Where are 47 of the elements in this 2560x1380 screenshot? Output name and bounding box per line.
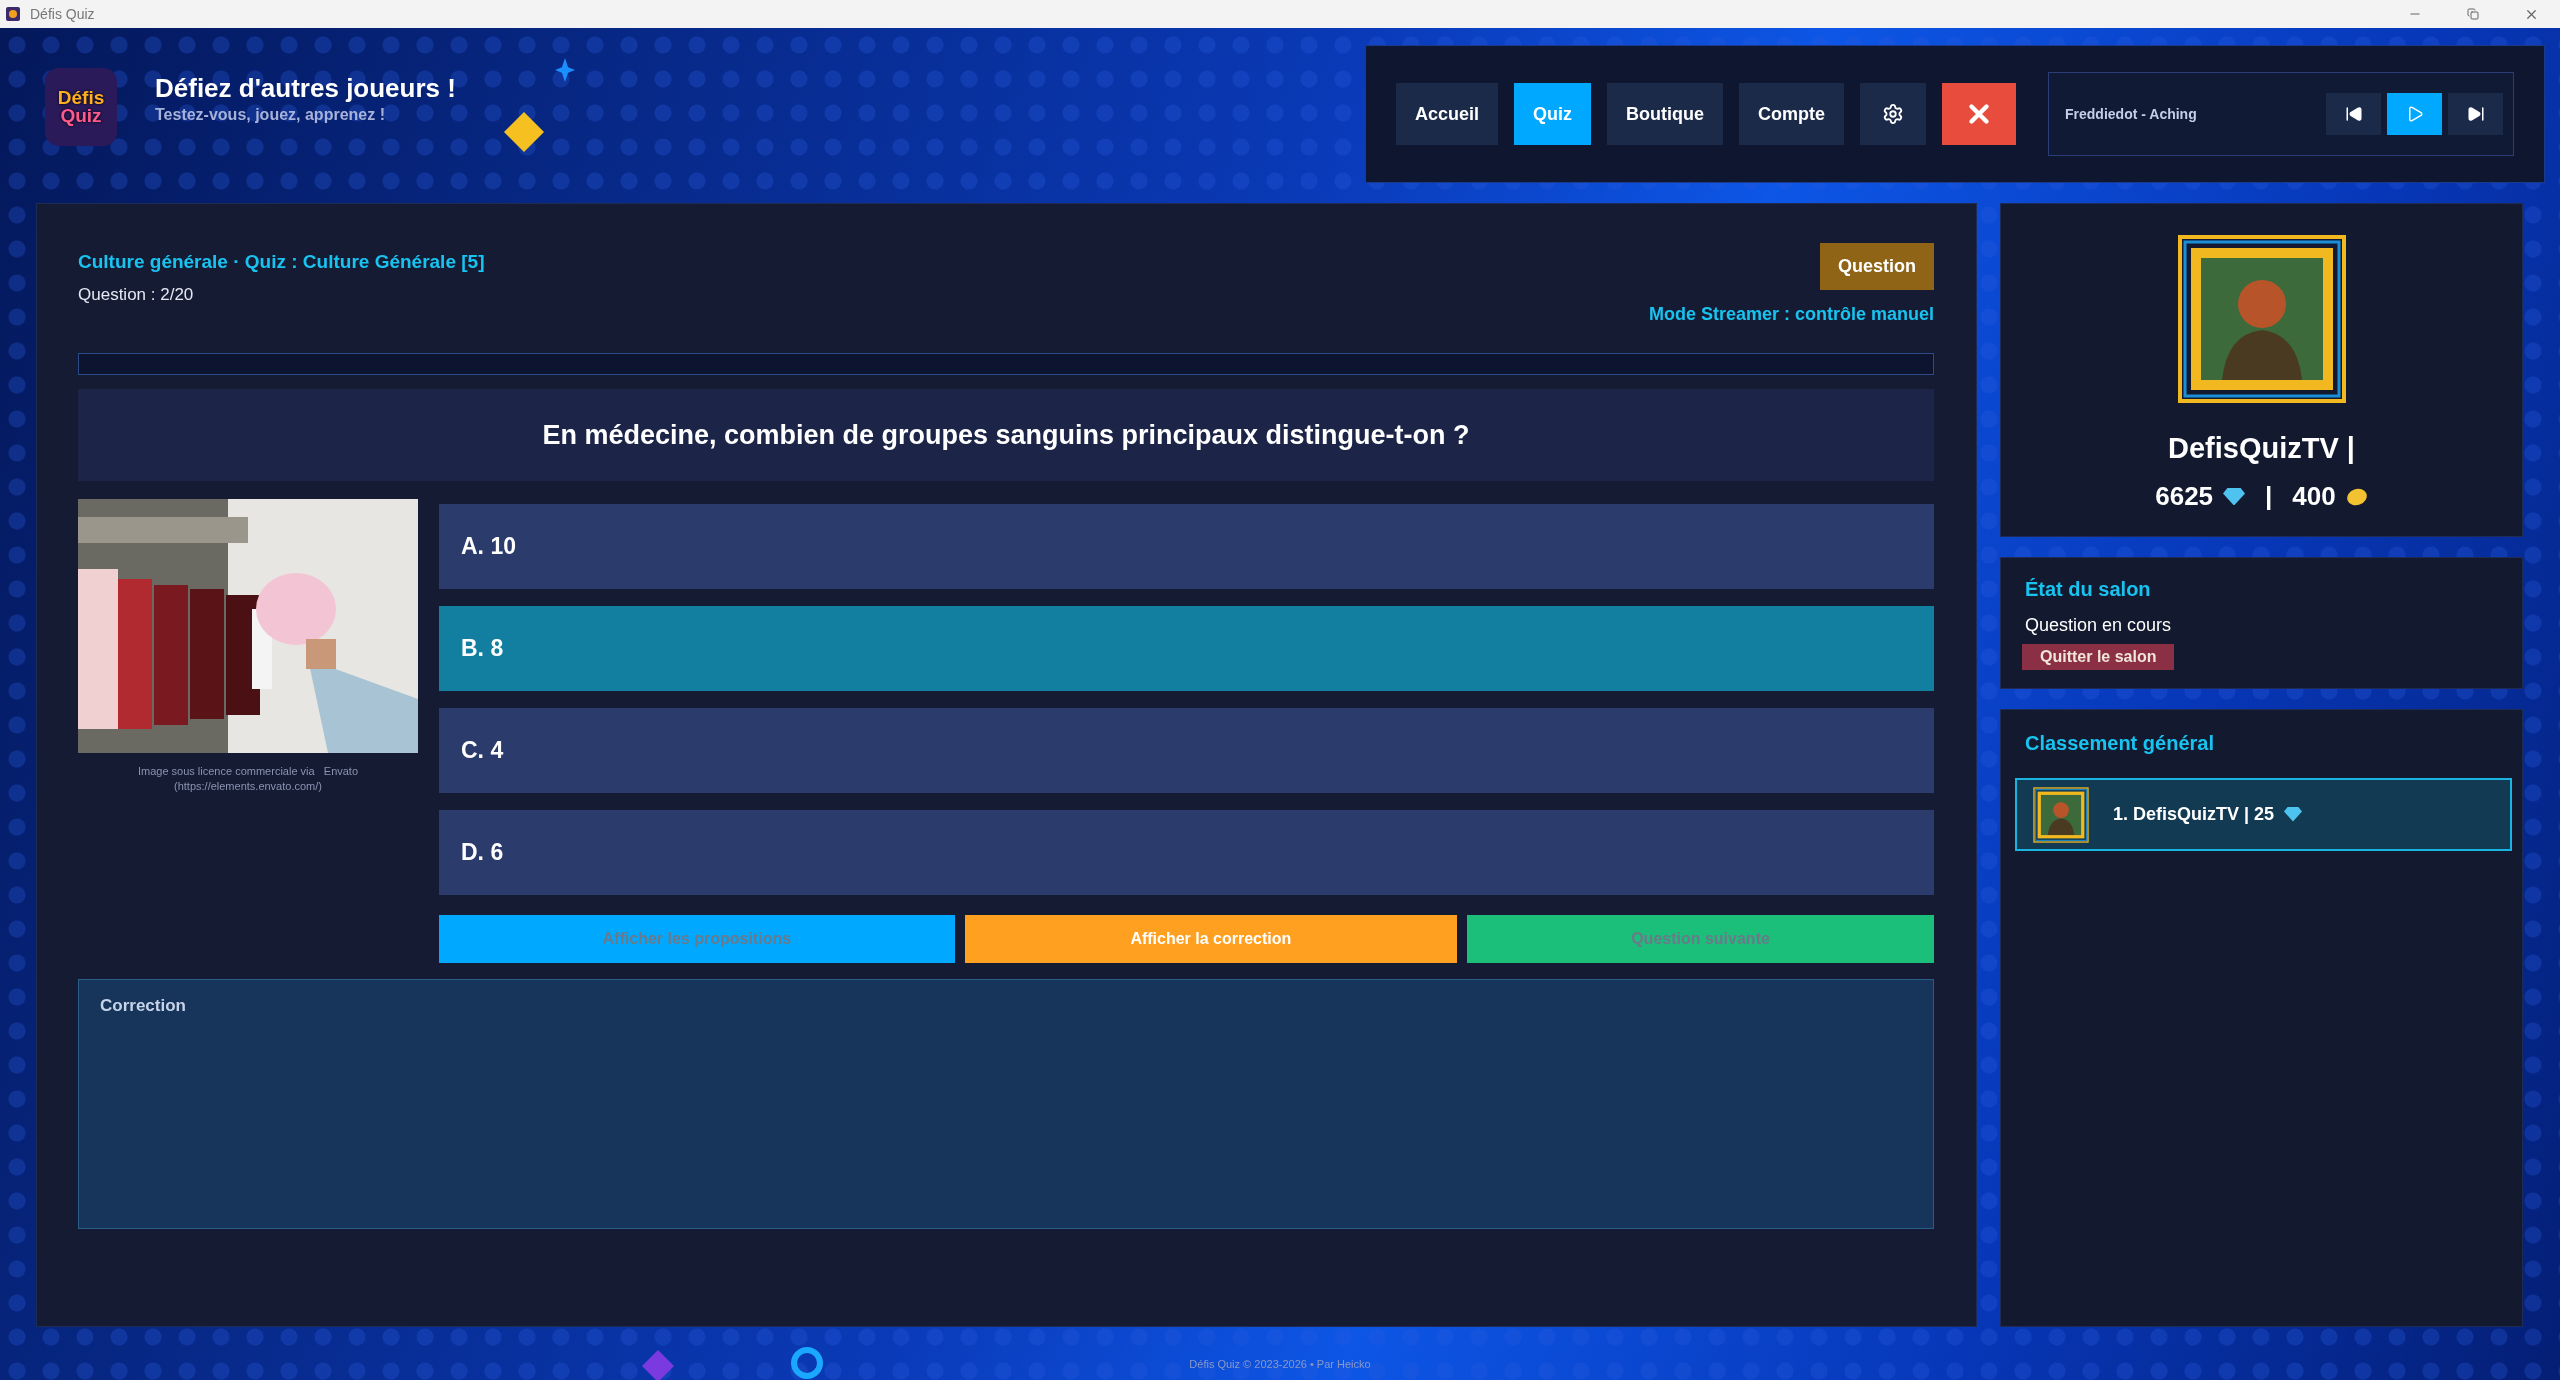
image-caption: Image sous licence commerciale via Envato (https://elements.envato.com/)	[137, 764, 359, 794]
next-button[interactable]	[2448, 93, 2503, 135]
diamond-icon	[2223, 487, 2246, 506]
ranking-title: Classement général	[2025, 732, 2215, 755]
answer-option[interactable]: B. 8	[439, 606, 1934, 691]
gem-count: 6625	[2155, 481, 2214, 512]
avatar	[2033, 786, 2089, 843]
ring-shape	[790, 1346, 824, 1380]
breadcrumb: Culture générale · Quiz : Culture Générale [5]	[78, 251, 485, 273]
mode-label: Mode Streamer : contrôle manuel	[1648, 304, 1934, 325]
separator: |	[2265, 481, 2273, 512]
close-button[interactable]	[1942, 83, 2017, 145]
question-text: En médecine, combien de groupes sanguins principaux distingue-t-on ?	[542, 419, 1470, 451]
answer-option[interactable]: A. 10	[439, 504, 1934, 589]
nav-tab[interactable]: Compte	[1739, 83, 1845, 145]
room-title: État du salon	[2025, 578, 2152, 601]
diamond-shape	[640, 1348, 676, 1380]
settings-icon	[1882, 103, 1905, 125]
app-icon	[6, 7, 20, 21]
diamond-shape	[502, 110, 546, 154]
header-subtitle: Testez-vous, jouez, apprenez !	[155, 106, 386, 124]
nav-tab[interactable]: Accueil	[1396, 83, 1499, 145]
phase-badge: Question	[1820, 243, 1934, 290]
room-status: Question en cours	[2025, 615, 2173, 636]
sparkle-icon	[555, 58, 575, 82]
track-title: Freddiedot - Aching	[2065, 106, 2197, 122]
ranking-row[interactable]: 1. DefisQuizTV | 25	[2015, 778, 2512, 851]
leave-button[interactable]: Quitter le salon	[2022, 644, 2175, 670]
restore-icon	[2467, 8, 2479, 20]
coin-count: 400	[2292, 481, 2336, 512]
header-title: Défiez d'autres joueurs !	[155, 73, 456, 104]
answer-option[interactable]: C. 4	[439, 708, 1934, 793]
previous-button[interactable]	[2326, 93, 2381, 135]
ranking-entry: 1. DefisQuizTV | 25	[2113, 804, 2275, 825]
diamond-icon	[2284, 807, 2303, 822]
answer-option[interactable]: D. 6	[439, 810, 1934, 895]
logo: Défis Quiz	[45, 68, 117, 146]
skip-back-icon	[2344, 105, 2363, 123]
correction-label: Correction	[100, 996, 186, 1015]
footer-text: Défis Quiz © 2023-2026 • Par Heicko	[1189, 1357, 1371, 1370]
skip-forward-icon	[2466, 105, 2485, 123]
window-title: Défis Quiz	[30, 6, 95, 22]
question-counter: Question : 2/20	[78, 285, 194, 305]
settings-button[interactable]	[1860, 83, 1927, 145]
coin-icon	[2345, 487, 2368, 506]
player-name: DefisQuizTV |	[2168, 432, 2355, 465]
nav-tab[interactable]: Boutique	[1607, 83, 1724, 145]
